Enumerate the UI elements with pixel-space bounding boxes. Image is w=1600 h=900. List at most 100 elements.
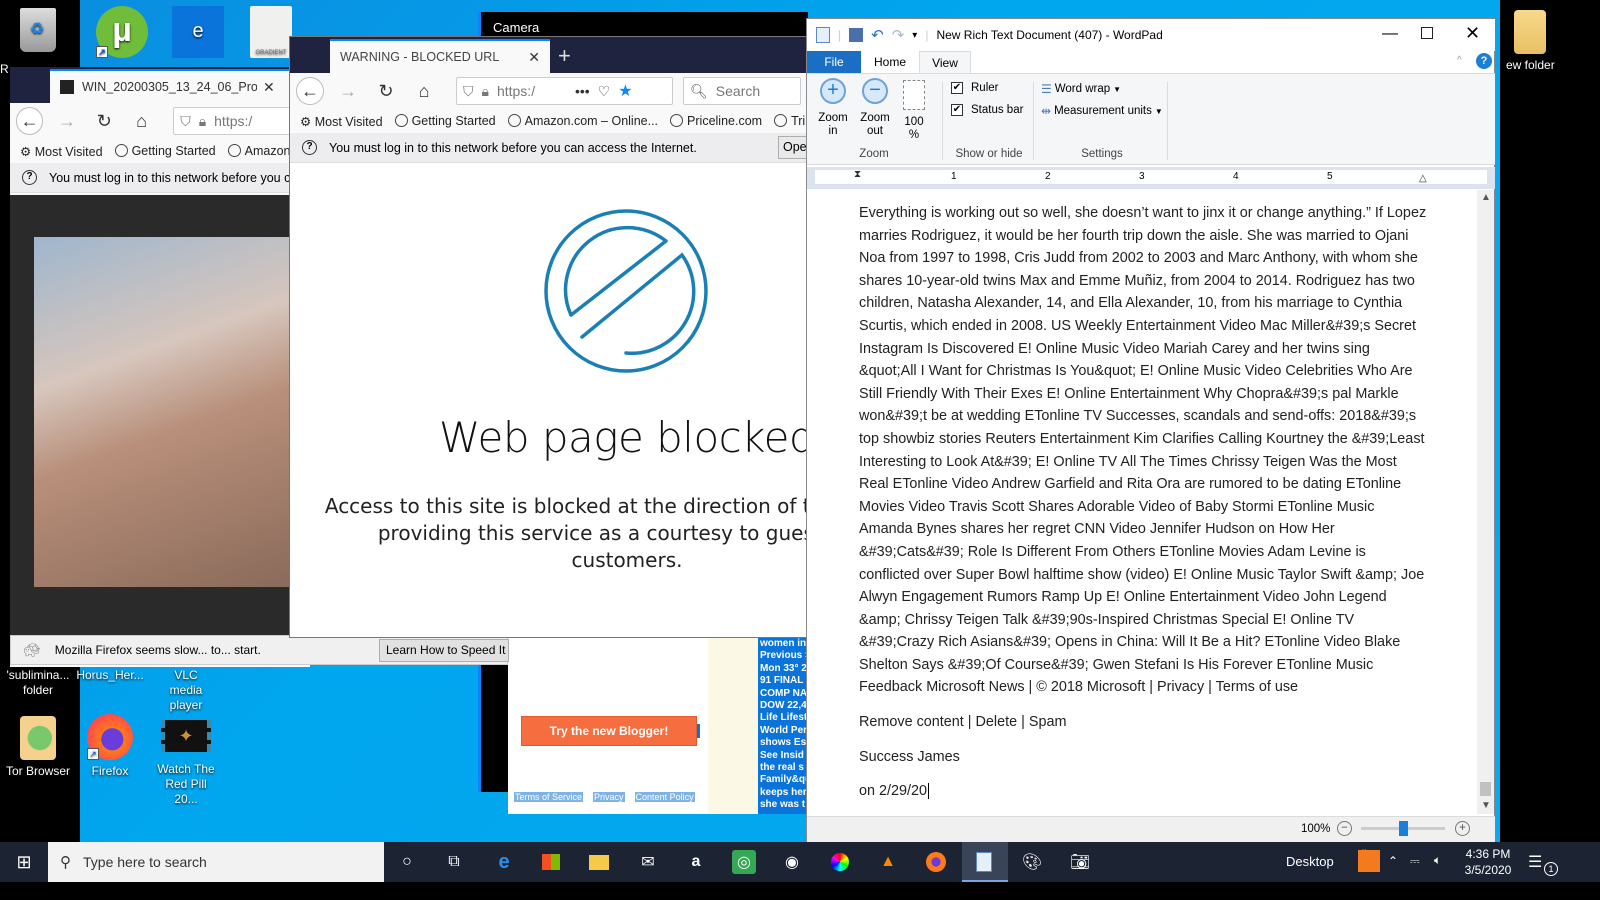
- sidebar-news-line[interactable]: women in: [760, 638, 808, 650]
- sidebar-news-line[interactable]: See Insid: [760, 750, 808, 762]
- document-text[interactable]: Everything is working out so well, she d…: [859, 202, 1429, 803]
- sidebar-news-line[interactable]: DOW 22,4: [760, 700, 808, 712]
- page-actions-icon[interactable]: •••: [575, 83, 590, 99]
- new-tab-button[interactable]: +: [558, 43, 571, 69]
- show-hidden-icons[interactable]: ⌃: [1388, 854, 1398, 868]
- ruler-checkbox[interactable]: ✔ Ruler: [951, 82, 998, 94]
- zoom-out-status-button[interactable]: −: [1337, 821, 1352, 836]
- back-button[interactable]: ←: [16, 107, 44, 135]
- start-button[interactable]: ⊞: [12, 850, 36, 874]
- bookmark-amazon[interactable]: Amazon: [227, 144, 291, 158]
- maximize-button[interactable]: [1421, 27, 1433, 39]
- desktop-icon-tor-browser[interactable]: Tor Browser: [0, 716, 76, 779]
- undo-icon[interactable]: ↶: [871, 26, 884, 44]
- tab-view[interactable]: View: [919, 51, 971, 73]
- webcam-app-icon[interactable]: ◉: [780, 850, 804, 874]
- desktop-toolbar-label[interactable]: Desktop: [1286, 854, 1334, 869]
- zoom-100-button[interactable]: 100 %: [899, 80, 929, 142]
- minimize-button[interactable]: —: [1382, 25, 1398, 43]
- right-indent-marker[interactable]: △: [1419, 173, 1427, 184]
- status-bar-checkbox[interactable]: ✔ Status bar: [951, 104, 1023, 116]
- camera-taskbar-icon[interactable]: 📷︎: [1068, 850, 1092, 874]
- tab-home[interactable]: Home: [865, 51, 915, 73]
- try-new-blogger-button[interactable]: Try the new Blogger!: [521, 716, 697, 746]
- help-icon[interactable]: ?: [1476, 53, 1492, 69]
- open-network-login-button[interactable]: Open: [778, 136, 808, 159]
- desktop-icon-red-pill-video[interactable]: ✦ Watch The Red Pill 20...: [148, 720, 224, 807]
- word-wrap-dropdown[interactable]: ☰ Word wrap ▼: [1041, 82, 1121, 96]
- left-indent-marker[interactable]: ⧗: [854, 169, 861, 180]
- action-center-icon[interactable]: ☰: [1528, 852, 1542, 872]
- bookmark-priceline[interactable]: Priceline.com: [670, 114, 762, 128]
- close-tab-icon[interactable]: ✕: [528, 49, 540, 66]
- task-view-icon[interactable]: ⧉: [442, 850, 466, 874]
- desktop-icon-vlc[interactable]: VLC media player: [148, 668, 224, 713]
- sidebar-news-line[interactable]: she was t: [760, 799, 808, 811]
- amazon-icon[interactable]: a: [684, 850, 708, 874]
- desktop-icon-edge-shortcut[interactable]: e: [160, 6, 236, 62]
- vlc-taskbar-icon[interactable]: ▲: [876, 850, 900, 874]
- zoom-in-button[interactable]: + Zoom in: [815, 78, 851, 138]
- sidebar-news-line[interactable]: shows Es: [760, 737, 808, 749]
- terms-link[interactable]: Terms of Service: [514, 792, 584, 802]
- close-tab-icon[interactable]: ✕: [263, 79, 275, 96]
- file-explorer-icon[interactable]: [587, 850, 611, 874]
- sidebar-news-line[interactable]: Mon 33° 2: [760, 663, 808, 675]
- tab-file[interactable]: File: [807, 51, 861, 73]
- zoom-out-button[interactable]: − Zoom out: [857, 78, 893, 138]
- notification-app-icon[interactable]: [1358, 850, 1380, 872]
- tab-video[interactable]: WIN_20200305_13_24_06_Pro.m ✕: [50, 69, 290, 103]
- sidebar-news-line[interactable]: Life Lifest: [760, 712, 808, 724]
- store-icon[interactable]: [539, 850, 563, 874]
- power-icon[interactable]: ⎓: [1410, 854, 1420, 869]
- speed-up-button[interactable]: Learn How to Speed It U: [379, 639, 509, 662]
- bookmark-most-visited[interactable]: ⚙ Most Visited: [300, 114, 383, 129]
- redo-icon[interactable]: ↷: [892, 26, 905, 44]
- edge-icon[interactable]: e: [492, 850, 516, 874]
- zoom-slider[interactable]: [1361, 821, 1445, 836]
- save-icon[interactable]: [849, 28, 864, 42]
- desktop-icon-horus[interactable]: Horus_Her...: [72, 668, 148, 683]
- sidebar-news-line[interactable]: World Per: [760, 725, 808, 737]
- vertical-scrollbar[interactable]: ▲ ▼: [1477, 190, 1494, 814]
- zoom-slider-thumb[interactable]: [1399, 821, 1408, 836]
- ruler[interactable]: 1 2 3 4 5 ⧗ △: [807, 167, 1495, 189]
- home-button[interactable]: ⌂: [410, 77, 438, 105]
- zoom-in-status-button[interactable]: +: [1455, 821, 1470, 836]
- tab-blocked-url[interactable]: WARNING - BLOCKED URL ✕: [330, 39, 550, 73]
- pocket-icon[interactable]: ♡: [598, 83, 611, 100]
- forward-button[interactable]: →: [334, 77, 362, 105]
- wordpad-taskbar-button[interactable]: [962, 842, 1008, 882]
- taskbar-search[interactable]: ⚲ Type here to search: [48, 842, 384, 882]
- sidebar-news-line[interactable]: the real s: [760, 762, 808, 774]
- desktop-icon-recycle-bin[interactable]: ♻: [0, 8, 76, 56]
- sidebar-news-line[interactable]: keeps her: [760, 787, 808, 799]
- bookmark-getting-started[interactable]: Getting Started: [114, 144, 216, 158]
- back-button[interactable]: ←: [296, 77, 324, 105]
- tripadvisor-icon[interactable]: ◎: [732, 850, 756, 874]
- clock[interactable]: 4:36 PM 3/5/2020: [1458, 846, 1518, 878]
- desktop-icon-utorrent[interactable]: µ ↗: [84, 6, 160, 62]
- firefox-taskbar-icon[interactable]: [924, 850, 948, 874]
- sidebar-news-line[interactable]: Family&qu: [760, 774, 808, 786]
- customize-toolbar-icon[interactable]: ▾: [912, 30, 917, 41]
- bookmark-getting-started[interactable]: Getting Started: [394, 114, 496, 128]
- desktop-icon-new-folder[interactable]: ew folder: [1502, 10, 1600, 73]
- bookmark-star-icon[interactable]: ★: [618, 81, 632, 101]
- bookmark-most-visited[interactable]: ⚙ Most Visited: [20, 144, 103, 159]
- reload-button[interactable]: ↻: [372, 77, 400, 105]
- home-button[interactable]: ⌂: [128, 107, 155, 135]
- forward-button[interactable]: →: [53, 107, 80, 135]
- close-button[interactable]: ✕: [1465, 23, 1480, 44]
- scroll-down-icon[interactable]: ▼: [1481, 800, 1491, 811]
- privacy-link[interactable]: Privacy: [593, 792, 625, 802]
- content-policy-link[interactable]: Content Policy: [634, 792, 695, 802]
- scrollbar-thumb[interactable]: [1480, 782, 1491, 796]
- paint-icon[interactable]: 🎨︎: [1020, 850, 1044, 874]
- sidebar-news-line[interactable]: 91 FINAL: [760, 675, 808, 687]
- reload-button[interactable]: ↻: [91, 107, 118, 135]
- desktop-icon-subliminal-folder[interactable]: 'sublimina... folder: [0, 668, 76, 698]
- document-area[interactable]: Everything is working out so well, she d…: [807, 190, 1477, 814]
- cortana-icon[interactable]: ○: [395, 850, 419, 874]
- volume-icon[interactable]: 🔈︎: [1434, 853, 1441, 868]
